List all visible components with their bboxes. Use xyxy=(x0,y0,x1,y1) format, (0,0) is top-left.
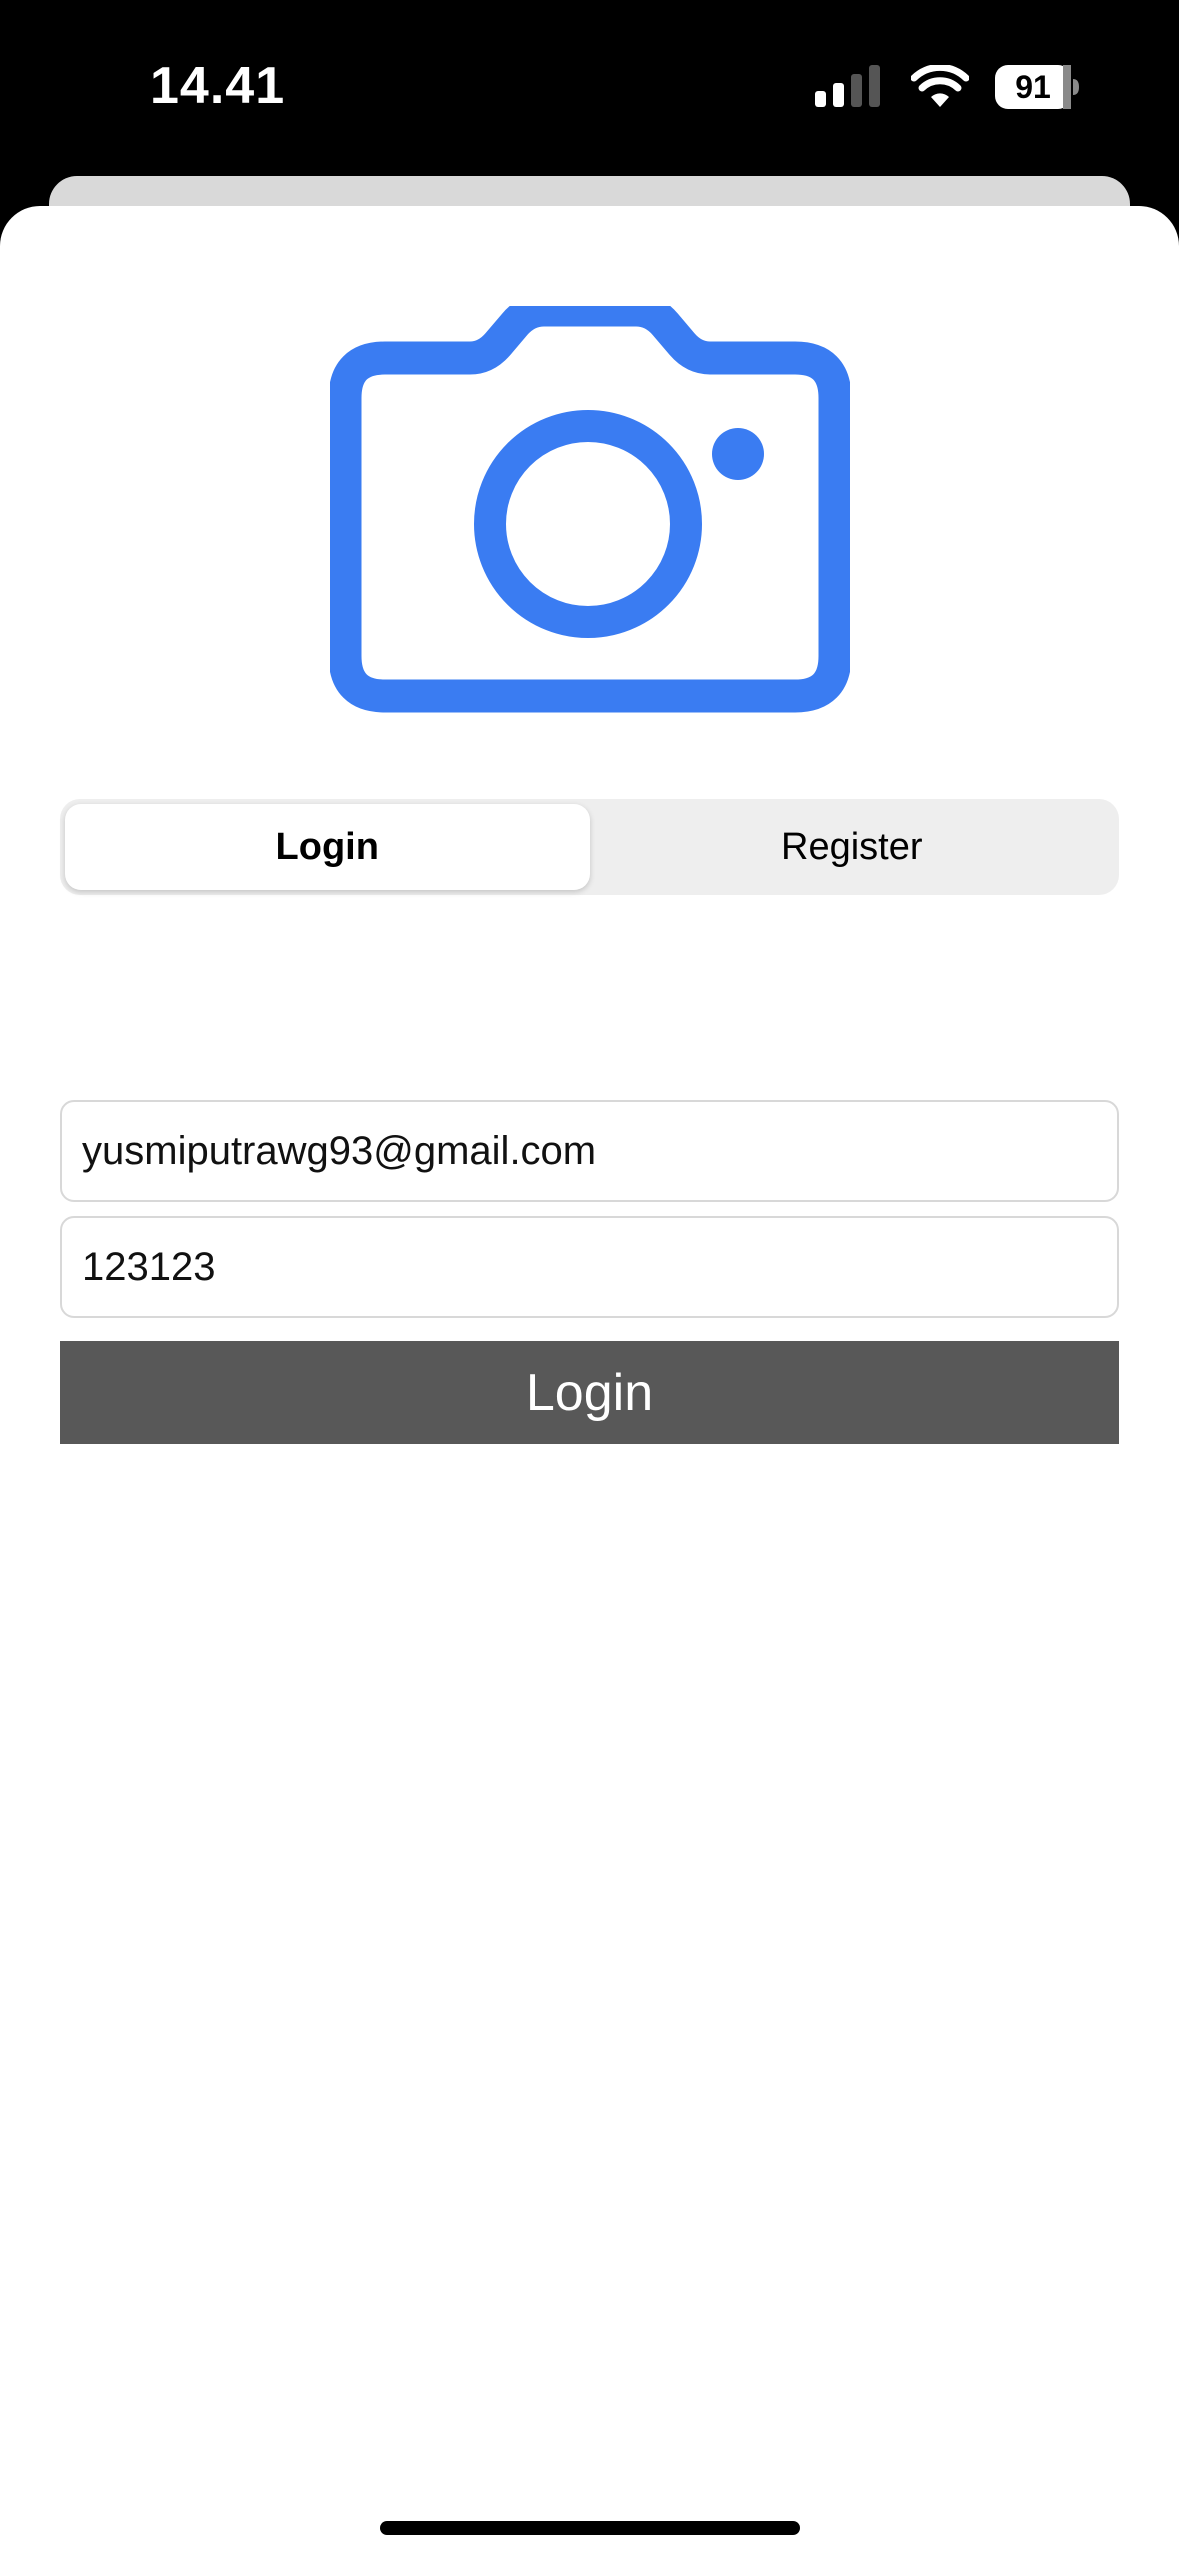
auth-segmented-control: Login Register xyxy=(60,799,1119,895)
status-icons: 91 xyxy=(813,62,1079,112)
battery-icon: 91 xyxy=(995,65,1079,109)
password-field-value: 123123 xyxy=(82,1244,216,1289)
status-time: 14.41 xyxy=(150,57,286,115)
password-field[interactable]: 123123 xyxy=(60,1216,1119,1318)
tab-register[interactable]: Register xyxy=(590,804,1115,890)
home-indicator xyxy=(380,2521,800,2535)
wifi-icon xyxy=(911,65,969,109)
email-field-value: yusmiputrawg93@gmail.com xyxy=(82,1128,597,1173)
tab-login[interactable]: Login xyxy=(65,804,590,890)
signal-icon xyxy=(813,65,885,109)
status-bar: 14.41 91 xyxy=(0,0,1179,180)
email-field[interactable]: yusmiputrawg93@gmail.com xyxy=(60,1100,1119,1202)
login-sheet: Login Register yusmiputrawg93@gmail.com … xyxy=(0,206,1179,2556)
battery-level: 91 xyxy=(1015,69,1051,105)
login-button[interactable]: Login xyxy=(60,1341,1119,1444)
camera-icon xyxy=(328,293,852,716)
